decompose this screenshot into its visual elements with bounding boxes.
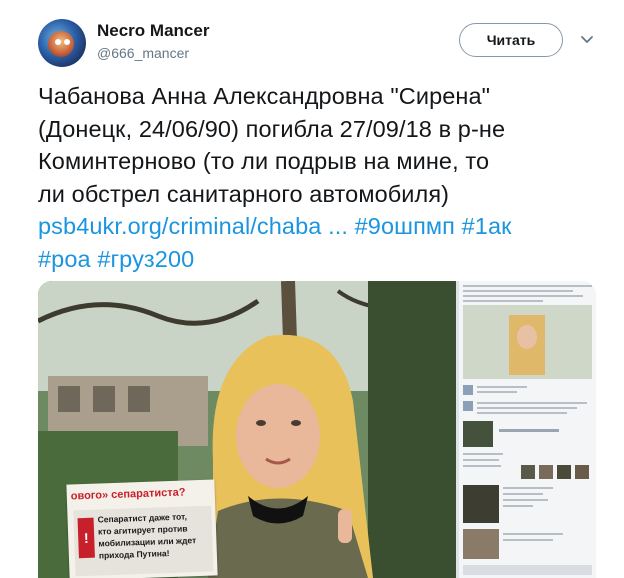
hashtag[interactable]: #9ошпмп — [355, 213, 455, 239]
hashtag[interactable]: #роа — [38, 246, 91, 272]
screenshot-thumbnail — [459, 281, 596, 578]
tweet-line: Чабанова Анна Александровна "Сирена" — [38, 83, 491, 109]
hashtag[interactable]: #1ак — [462, 213, 512, 239]
avatar-eye — [64, 39, 70, 45]
follow-button[interactable]: Читать — [459, 23, 563, 57]
tweet-text: Чабанова Анна Александровна "Сирена" (До… — [38, 80, 608, 275]
tweet-line: Коминтерново (то ли подрыв на мине, то — [38, 148, 490, 174]
warning-icon: ! — [77, 517, 95, 559]
tweet-line: (Донецк, 24/06/90) погибла 27/09/18 в р-… — [38, 115, 506, 142]
protest-sign: ового» сепаратиста? ! Сепаратист даже то… — [66, 479, 218, 578]
avatar-eye — [55, 39, 61, 45]
author-name[interactable]: Necro Mancer — [97, 21, 209, 41]
tweet-media[interactable]: ового» сепаратиста? ! Сепаратист даже то… — [38, 281, 596, 578]
sign-body: ! Сепаратист даже тот, кто агитирует про… — [73, 505, 214, 577]
tweet-line: ли обстрел санитарного автомобиля) — [38, 180, 450, 207]
tweet-line-tags: #роа #груз200 — [38, 243, 608, 276]
author-handle[interactable]: @666_mancer — [97, 45, 189, 61]
avatar[interactable] — [38, 19, 86, 67]
sign-header: ового» сепаратиста? — [70, 486, 186, 503]
tweet-header: Necro Mancer @666_mancer Читать — [0, 0, 624, 76]
social-profile-screenshot[interactable] — [459, 281, 596, 578]
hashtag[interactable]: #груз200 — [97, 246, 194, 272]
photo-main[interactable]: ового» сепаратиста? ! Сепаратист даже то… — [38, 281, 456, 578]
tweet-link[interactable]: psb4ukr.org/criminal/chaba ... — [38, 213, 348, 239]
tweet-line-links: psb4ukr.org/criminal/chaba ... #9ошпмп #… — [38, 210, 608, 243]
sign-text: Сепаратист даже тот, кто агитирует проти… — [97, 510, 196, 561]
chevron-down-icon[interactable] — [580, 32, 594, 46]
sign-line: прихода Путина! — [98, 548, 170, 561]
avatar-figure — [48, 31, 74, 57]
